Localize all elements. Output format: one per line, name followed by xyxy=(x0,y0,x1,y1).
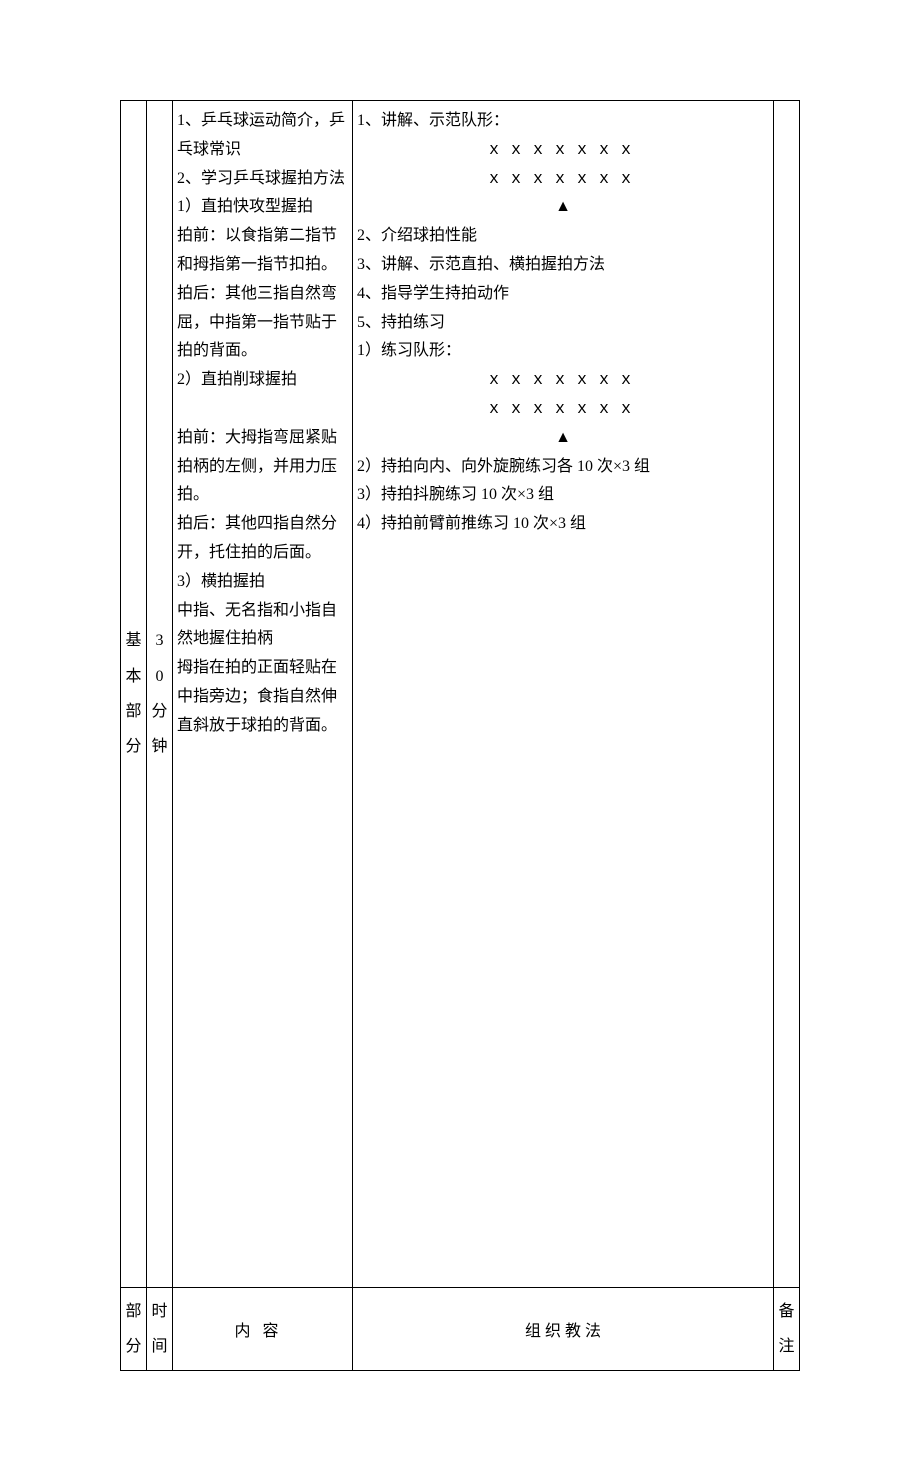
method-line: 1）练习队形： xyxy=(357,337,769,366)
time-char: 3 xyxy=(151,623,168,658)
lesson-plan-table: 基 本 部 分 3 0 分 钟 1、乒乓球运动简介，乒乓球常识 2、学习乒乓球握… xyxy=(120,100,800,1371)
method-line: 5、持拍练习 xyxy=(357,309,769,338)
content-line: 中指、无名指和小指自然地握住拍柄 xyxy=(177,597,348,655)
content-line: 1、乒乓球运动简介，乒乓球常识 xyxy=(177,107,348,165)
content-line: 拇指在拍的正面轻贴在中指旁边；食指自然伸直斜放于球拍的背面。 xyxy=(177,654,348,740)
method-line: 2）持拍向内、向外旋腕练习各 10 次×3 组 xyxy=(357,453,769,482)
formation-row: ｘｘｘｘｘｘｘ xyxy=(357,136,769,165)
content-line: 2）直拍削球握拍 xyxy=(177,366,348,395)
note-cell xyxy=(774,101,800,1288)
formation-teacher-icon: ▲ xyxy=(357,193,769,222)
content-line: 拍前：以食指第二指节和拇指第一指节扣拍。 xyxy=(177,222,348,280)
section-cell: 基 本 部 分 xyxy=(121,101,147,1288)
section-header-cell: 部 分 xyxy=(121,1287,147,1370)
method-line: 2、介绍球拍性能 xyxy=(357,222,769,251)
method-line: 1、讲解、示范队形： xyxy=(357,107,769,136)
note-header-cell: 备 注 xyxy=(774,1287,800,1370)
section-char: 分 xyxy=(125,729,142,764)
note-header-char: 备 xyxy=(778,1294,795,1329)
method-cell: 1、讲解、示范队形： ｘｘｘｘｘｘｘ ｘｘｘｘｘｘｘ ▲ 2、介绍球拍性能 3、… xyxy=(353,101,774,1288)
content-header-cell: 内容 xyxy=(173,1287,353,1370)
content-spacer xyxy=(177,741,348,1281)
time-char: 分 xyxy=(151,694,168,729)
method-line: 3）持拍抖腕练习 10 次×3 组 xyxy=(357,481,769,510)
time-header-char: 间 xyxy=(151,1329,168,1364)
time-char: 0 xyxy=(151,659,168,694)
content-line: 2、学习乒乓球握拍方法 xyxy=(177,165,348,194)
section-char: 部 xyxy=(125,694,142,729)
section-char: 本 xyxy=(125,659,142,694)
content-line: 拍前：大拇指弯屈紧贴拍柄的左侧，并用力压拍。 xyxy=(177,424,348,510)
time-char: 钟 xyxy=(151,729,168,764)
formation-row: ｘｘｘｘｘｘｘ xyxy=(357,165,769,194)
method-line: 4、指导学生持拍动作 xyxy=(357,280,769,309)
formation-teacher-icon: ▲ xyxy=(357,424,769,453)
note-header-char: 注 xyxy=(778,1329,795,1364)
section-header-char: 部 xyxy=(125,1294,142,1329)
header-row: 部 分 时 间 内容 组 织 教 法 备 注 xyxy=(121,1287,800,1370)
content-line: 拍后：其他三指自然弯屈，中指第一指节贴于拍的背面。 xyxy=(177,280,348,366)
formation-row: ｘｘｘｘｘｘｘ xyxy=(357,366,769,395)
time-cell: 3 0 分 钟 xyxy=(147,101,173,1288)
formation-row: ｘｘｘｘｘｘｘ xyxy=(357,395,769,424)
content-line: 拍后：其他四指自然分开，托住拍的后面。 xyxy=(177,510,348,568)
content-line: 3）横拍握拍 xyxy=(177,568,348,597)
method-line: 4）持拍前臂前推练习 10 次×3 组 xyxy=(357,510,769,539)
method-line: 3、讲解、示范直拍、横拍握拍方法 xyxy=(357,251,769,280)
main-row: 基 本 部 分 3 0 分 钟 1、乒乓球运动简介，乒乓球常识 2、学习乒乓球握… xyxy=(121,101,800,1288)
time-header-char: 时 xyxy=(151,1294,168,1329)
section-header-char: 分 xyxy=(125,1329,142,1364)
content-line xyxy=(177,395,348,424)
content-cell: 1、乒乓球运动简介，乒乓球常识 2、学习乒乓球握拍方法 1）直拍快攻型握拍 拍前… xyxy=(173,101,353,1288)
content-line: 1）直拍快攻型握拍 xyxy=(177,193,348,222)
section-char: 基 xyxy=(125,623,142,658)
method-header-cell: 组 织 教 法 xyxy=(353,1287,774,1370)
time-header-cell: 时 间 xyxy=(147,1287,173,1370)
